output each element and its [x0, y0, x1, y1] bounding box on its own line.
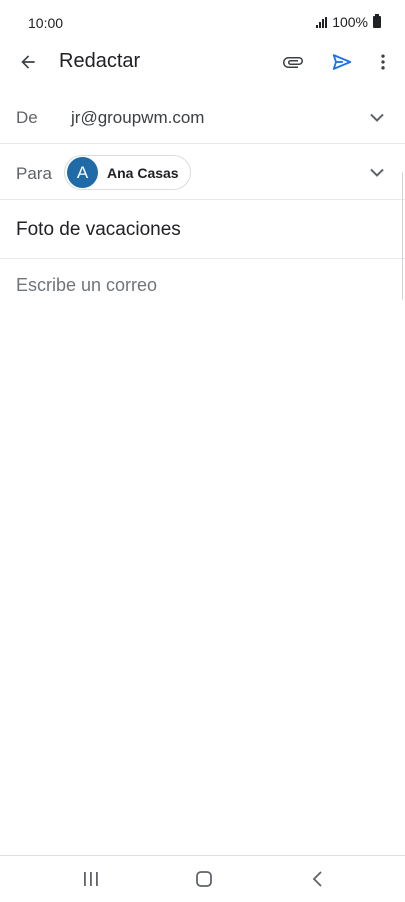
send-button[interactable] [326, 46, 358, 78]
chevron-down-icon[interactable] [369, 109, 385, 125]
avatar: A [67, 157, 98, 188]
home-button[interactable] [192, 868, 216, 890]
recents-icon [84, 872, 98, 886]
signal-icon [316, 16, 328, 28]
back-button[interactable] [12, 46, 44, 78]
status-bar: 10:00 100% [0, 0, 405, 44]
recipient-name: Ana Casas [107, 164, 179, 181]
body-field[interactable]: Escribe un correo [0, 258, 405, 318]
home-icon [196, 871, 212, 887]
more-options-button[interactable] [367, 46, 399, 78]
attach-button[interactable] [277, 46, 309, 78]
from-label: De [16, 108, 38, 127]
more-vert-icon [381, 54, 385, 70]
battery-icon [373, 14, 381, 28]
to-field[interactable]: Para A Ana Casas [0, 144, 405, 200]
recipient-chip[interactable]: A Ana Casas [64, 155, 191, 190]
system-nav-bar [0, 855, 405, 902]
battery-percent: 100% [332, 14, 368, 30]
compose-toolbar: Redactar [0, 40, 405, 84]
status-indicators: 100% [316, 14, 381, 30]
send-icon [332, 54, 352, 70]
from-account: jr@groupwm.com [71, 108, 205, 127]
paperclip-icon [283, 57, 303, 68]
back-icon [312, 871, 322, 887]
page-title: Redactar [59, 50, 141, 72]
body-input[interactable]: Escribe un correo [16, 275, 157, 296]
from-field[interactable]: De jr@groupwm.com [0, 90, 405, 144]
subject-field[interactable]: Foto de vacaciones [0, 200, 405, 258]
chevron-down-icon[interactable] [369, 164, 385, 180]
back-nav-button[interactable] [306, 868, 330, 890]
arrow-left-icon [21, 55, 35, 69]
to-label: Para [16, 164, 52, 183]
status-time: 10:00 [28, 15, 64, 31]
subject-input[interactable]: Foto de vacaciones [16, 219, 181, 241]
recents-button[interactable] [79, 868, 103, 890]
